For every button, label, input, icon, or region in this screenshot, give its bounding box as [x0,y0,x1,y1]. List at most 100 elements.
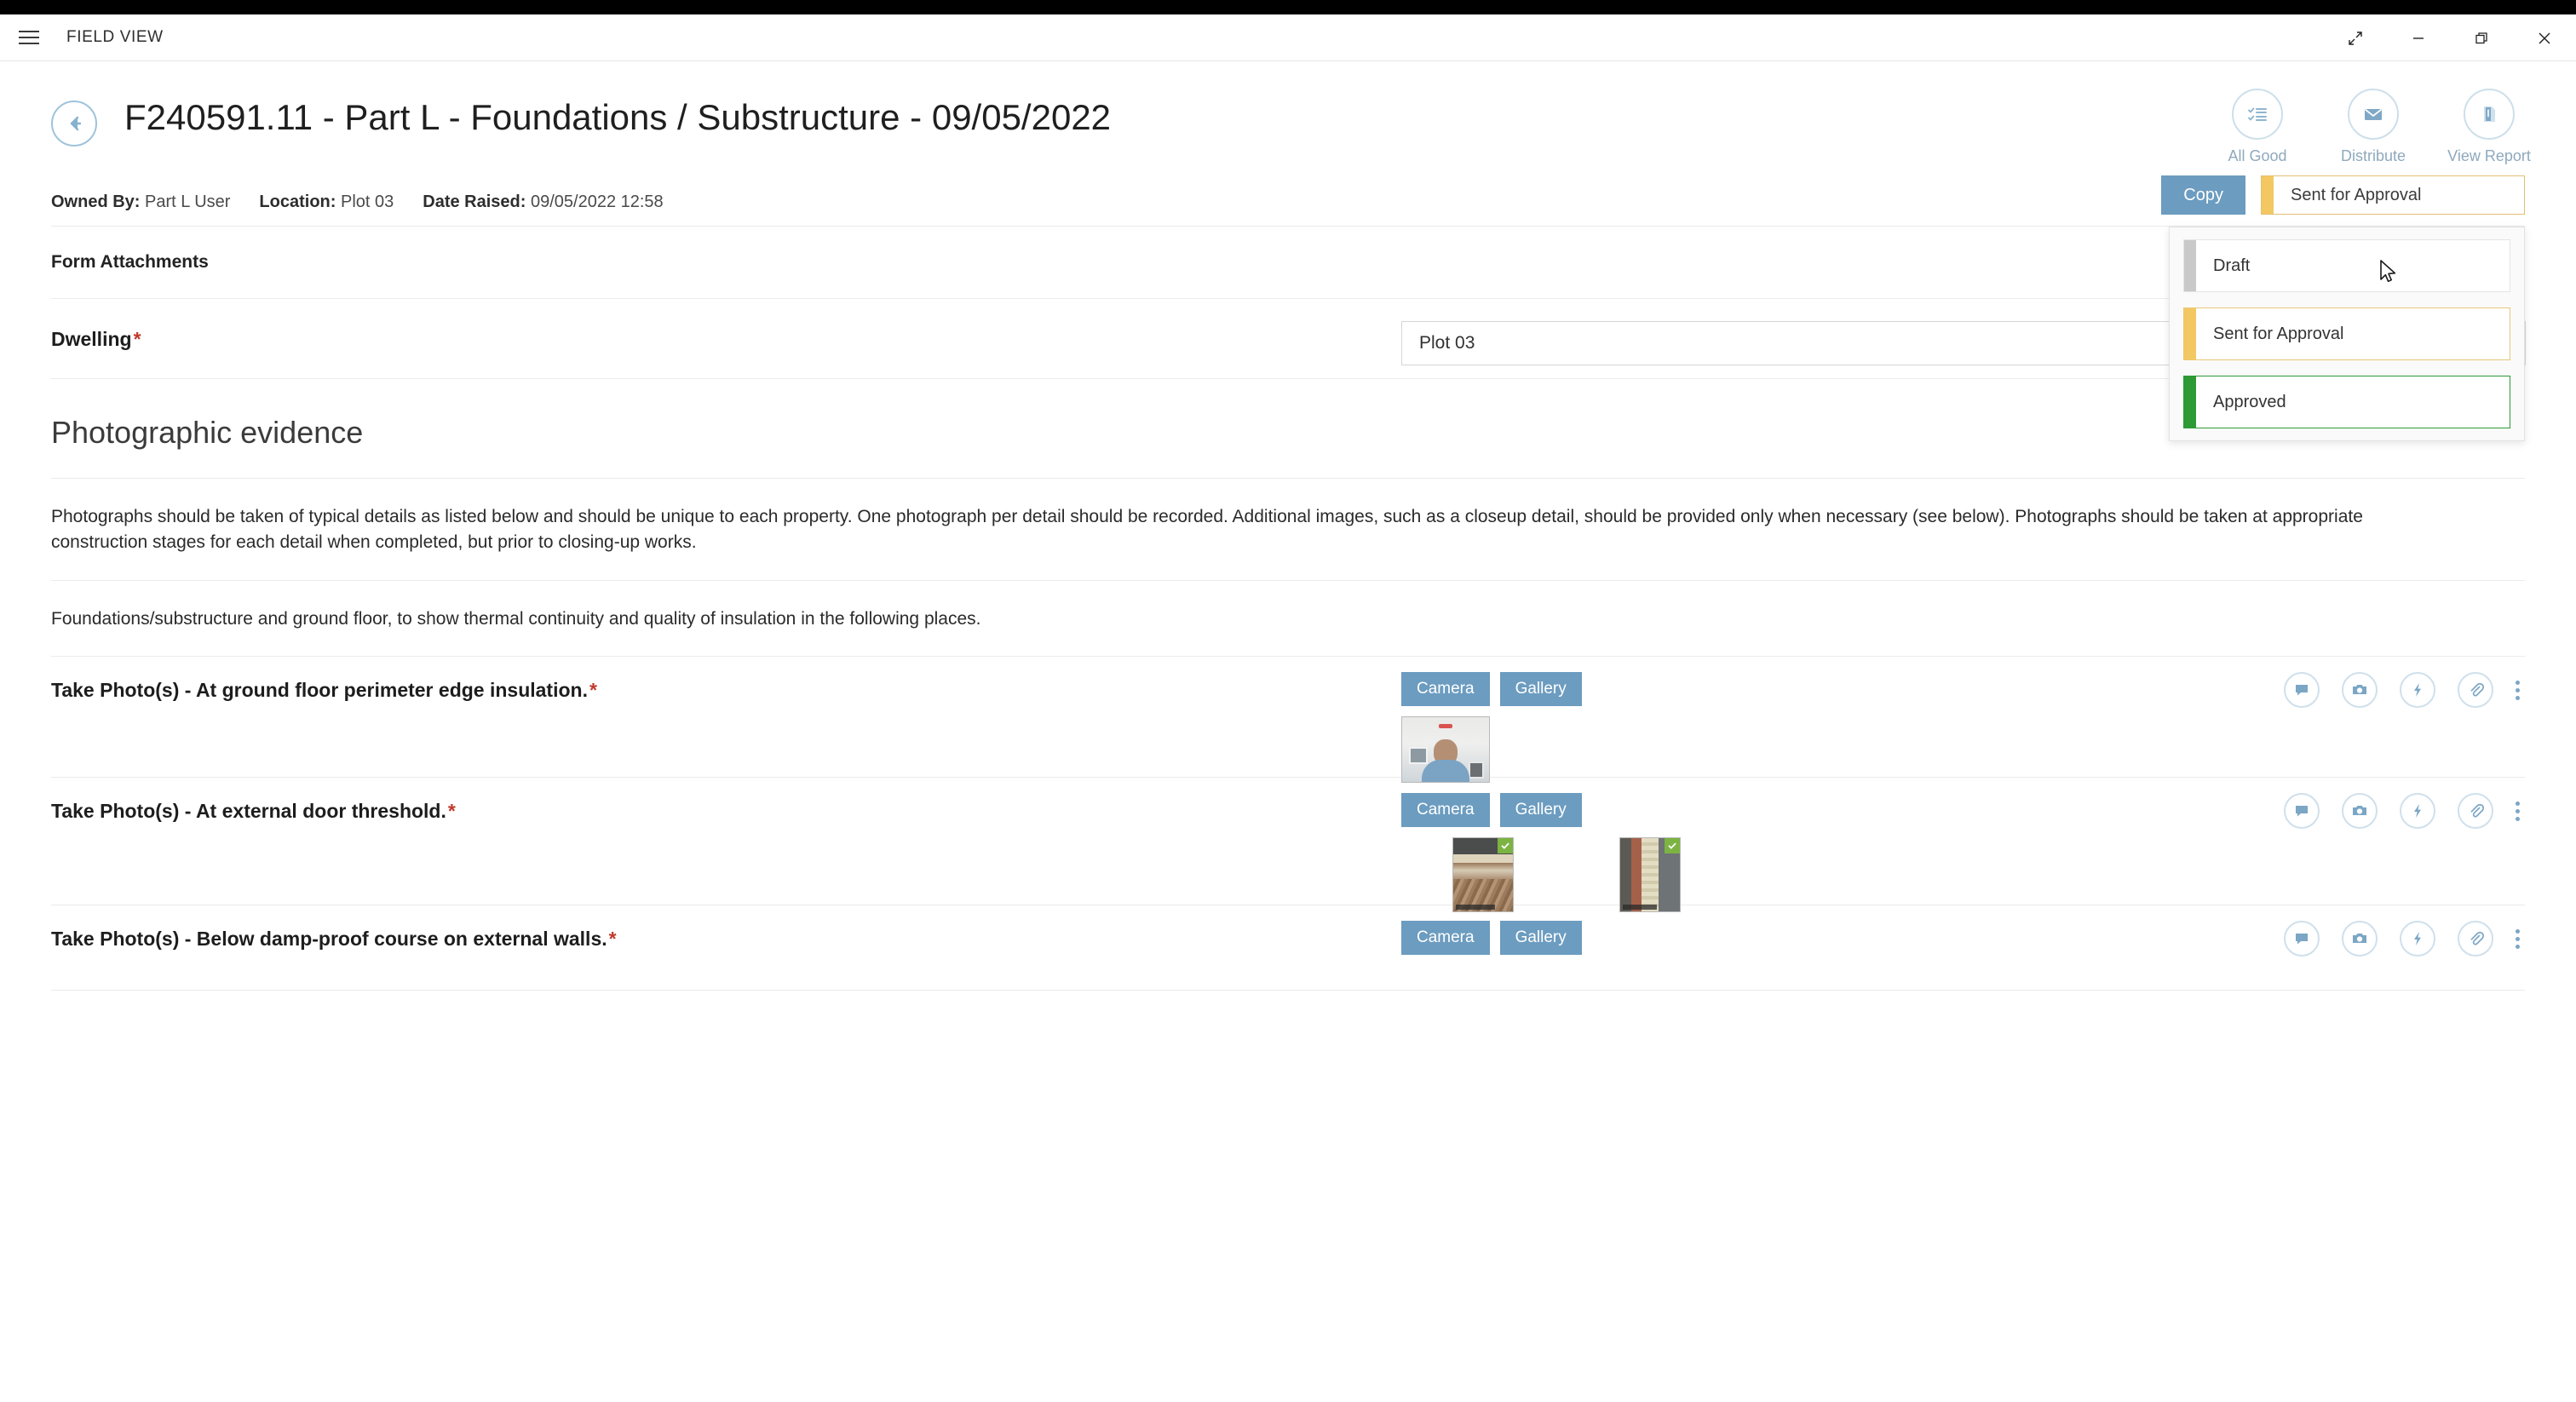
page-content: F240591.11 - Part L - Foundations / Subs… [0,61,2576,1402]
page-title: F240591.11 - Part L - Foundations / Subs… [124,95,1111,141]
status-color-swatch [2262,176,2274,214]
question-label-text: Take Photo(s) - At ground floor perimete… [51,679,588,701]
gallery-button[interactable]: Gallery [1500,793,1582,827]
close-icon[interactable] [2513,14,2576,61]
date-raised-value: 09/05/2022 12:58 [531,192,664,211]
question-action-icons [2284,921,2525,957]
view-report-button[interactable]: View Report [2443,89,2535,165]
photographic-evidence-heading: Photographic evidence [51,415,2525,479]
back-arrow-icon[interactable] [51,101,97,147]
status-option-draft[interactable]: Draft [2183,239,2510,292]
dwelling-row: Dwelling* Plot 03 [51,299,2525,379]
meta-actions: Copy Sent for Approval Draft Sent for Ap… [2161,175,2525,215]
dwelling-input-value: Plot 03 [1402,333,1475,353]
owned-by: Owned By: Part L User [51,192,230,212]
camera-button[interactable]: Camera [1401,921,1490,955]
comment-icon[interactable] [2284,921,2320,957]
flash-icon[interactable] [2400,793,2435,829]
owned-by-value: Part L User [145,192,230,211]
question-row: Take Photo(s) - Below damp-proof course … [51,905,2525,991]
scope-paragraph: Foundations/substructure and ground floo… [51,606,2445,632]
checklist-icon [2232,89,2283,140]
thumb-detail [1631,838,1642,911]
restore-icon[interactable] [2450,14,2513,61]
envelope-icon [2348,89,2399,140]
camera-button[interactable]: Camera [1401,672,1490,706]
all-good-label: All Good [2228,147,2286,165]
scope-paragraph-block: Foundations/substructure and ground floo… [51,581,2525,657]
status-select[interactable]: Sent for Approval [2261,175,2525,215]
question-row: Take Photo(s) - At external door thresho… [51,778,2525,905]
distribute-button[interactable]: Distribute [2327,89,2419,165]
view-report-label: View Report [2447,147,2531,165]
report-icon [2464,89,2515,140]
thumb-detail [1620,838,1631,911]
approved-tick-icon [1498,838,1513,853]
meta-row: Owned By: Part L User Location: Plot 03 … [51,179,2525,227]
copy-button[interactable]: Copy [2161,175,2245,215]
thumb-detail [1469,761,1484,779]
status-dropdown-menu: Draft Sent for Approval Approved [2169,227,2525,441]
status-option-approved-label: Approved [2196,393,2286,412]
question-row: Take Photo(s) - At ground floor perimete… [51,657,2525,778]
photo-thumbnail[interactable] [1452,837,1514,912]
camera-icon[interactable] [2342,921,2378,957]
more-options-icon[interactable] [2510,677,2525,704]
dwelling-required-asterisk: * [134,328,141,350]
more-options-icon[interactable] [2510,798,2525,825]
form-attachments-row: Form Attachments [51,227,2525,299]
hamburger-menu-icon[interactable] [17,28,41,47]
status-option-approved[interactable]: Approved [2183,376,2510,428]
header-actions: All Good Distribute [2211,89,2535,165]
intro-paragraph-block: Photographs should be taken of typical d… [51,479,2525,581]
question-label: Take Photo(s) - Below damp-proof course … [51,928,2525,951]
camera-icon[interactable] [2342,672,2378,708]
question-label: Take Photo(s) - At ground floor perimete… [51,679,2525,703]
document-header: F240591.11 - Part L - Foundations / Subs… [0,61,2576,147]
status-option-sent-for-approval[interactable]: Sent for Approval [2183,307,2510,360]
photo-thumbnail[interactable] [1619,837,1681,912]
comment-icon[interactable] [2284,793,2320,829]
location-label: Location: [259,192,336,211]
flash-icon[interactable] [2400,672,2435,708]
draft-color-swatch [2184,240,2196,291]
question-media-buttons: Camera Gallery [1401,672,1582,706]
comment-icon[interactable] [2284,672,2320,708]
approved-tick-icon [1665,838,1680,853]
question-required-asterisk: * [448,800,456,822]
more-options-icon[interactable] [2510,926,2525,952]
top-black-strip [0,0,2576,14]
location: Location: Plot 03 [259,192,394,212]
dwelling-label: Dwelling* [51,328,141,351]
question-label-text: Take Photo(s) - At external door thresho… [51,800,446,822]
camera-icon[interactable] [2342,793,2378,829]
camera-button[interactable]: Camera [1401,793,1490,827]
paperclip-icon[interactable] [2458,793,2493,829]
paperclip-icon[interactable] [2458,672,2493,708]
question-label: Take Photo(s) - At external door thresho… [51,800,2525,824]
flash-icon[interactable] [2400,921,2435,957]
thumbnail-list [1452,837,1681,912]
thumb-detail [1453,854,1513,862]
thumb-detail [1642,838,1659,911]
question-action-icons [2284,793,2525,829]
gallery-button[interactable]: Gallery [1500,672,1582,706]
date-raised: Date Raised: 09/05/2022 12:58 [423,192,663,212]
app-title: FIELD VIEW [66,28,164,47]
question-media-buttons: Camera Gallery [1401,793,1582,827]
owned-by-label: Owned By: [51,192,140,211]
thumb-detail [1409,747,1428,764]
dwelling-label-text: Dwelling [51,328,132,350]
all-good-button[interactable]: All Good [2211,89,2303,165]
question-action-icons [2284,672,2525,708]
gallery-button[interactable]: Gallery [1500,921,1582,955]
expand-icon[interactable] [2324,14,2387,61]
photo-thumbnail[interactable] [1401,716,1490,783]
form-attachments-label: Form Attachments [51,252,209,273]
status-option-draft-label: Draft [2196,256,2250,276]
sent-color-swatch [2184,308,2196,359]
approved-color-swatch [2184,376,2196,428]
minimize-icon[interactable] [2387,14,2450,61]
thumbnail-list [1401,716,1490,783]
paperclip-icon[interactable] [2458,921,2493,957]
